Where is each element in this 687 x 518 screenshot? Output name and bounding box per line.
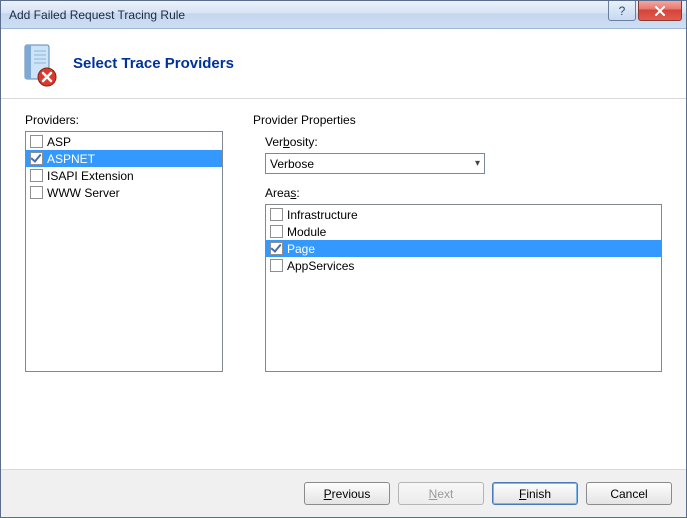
provider-label: ISAPI Extension	[47, 169, 134, 183]
area-label: Infrastructure	[287, 208, 358, 222]
close-button[interactable]	[638, 1, 682, 21]
provider-item[interactable]: ISAPI Extension	[26, 167, 222, 184]
provider-label: ASP	[47, 135, 71, 149]
previous-button[interactable]: Previous	[304, 482, 390, 505]
next-button: Next	[398, 482, 484, 505]
provider-label: WWW Server	[47, 186, 120, 200]
provider-checkbox[interactable]	[30, 152, 43, 165]
properties-column: Provider Properties Verbosity: Verbose ▾…	[253, 113, 662, 372]
help-button[interactable]: ?	[608, 1, 636, 21]
area-checkbox[interactable]	[270, 259, 283, 272]
area-label: AppServices	[287, 259, 354, 273]
wizard-body: Providers: ASP ASPNET ISAPI Extension WWW S…	[1, 99, 686, 372]
wizard-window: Add Failed Request Tracing Rule ?	[0, 0, 687, 518]
area-item[interactable]: Page	[266, 240, 661, 257]
providers-listbox[interactable]: ASP ASPNET ISAPI Extension WWW Server	[25, 131, 223, 372]
areas-label: Areas:	[265, 186, 662, 200]
provider-item[interactable]: ASP	[26, 133, 222, 150]
provider-item[interactable]: ASPNET	[26, 150, 222, 167]
verbosity-label: Verbosity:	[265, 135, 662, 149]
areas-listbox[interactable]: Infrastructure Module Page AppServices	[265, 204, 662, 372]
area-checkbox[interactable]	[270, 208, 283, 221]
verbosity-value: Verbose	[270, 157, 314, 171]
window-buttons: ?	[606, 1, 682, 21]
provider-checkbox[interactable]	[30, 169, 43, 182]
provider-item[interactable]: WWW Server	[26, 184, 222, 201]
page-title: Select Trace Providers	[73, 55, 234, 72]
area-item[interactable]: AppServices	[266, 257, 661, 274]
wizard-icon	[19, 43, 55, 85]
window-title: Add Failed Request Tracing Rule	[9, 8, 185, 22]
providers-label: Providers:	[25, 113, 223, 127]
area-checkbox[interactable]	[270, 242, 283, 255]
chevron-down-icon: ▾	[475, 158, 480, 169]
finish-button[interactable]: Finish	[492, 482, 578, 505]
area-item[interactable]: Module	[266, 223, 661, 240]
provider-properties-label: Provider Properties	[253, 113, 662, 127]
wizard-footer: Previous Next Finish Cancel	[1, 469, 686, 517]
area-label: Page	[287, 242, 315, 256]
verbosity-select[interactable]: Verbose ▾	[265, 153, 485, 174]
provider-checkbox[interactable]	[30, 135, 43, 148]
titlebar: Add Failed Request Tracing Rule ?	[1, 1, 686, 29]
cancel-button[interactable]: Cancel	[586, 482, 672, 505]
provider-label: ASPNET	[47, 152, 95, 166]
svg-text:?: ?	[619, 5, 626, 17]
area-label: Module	[287, 225, 326, 239]
wizard-header: Select Trace Providers	[1, 29, 686, 99]
area-item[interactable]: Infrastructure	[266, 206, 661, 223]
providers-column: Providers: ASP ASPNET ISAPI Extension WWW S…	[25, 113, 223, 372]
provider-checkbox[interactable]	[30, 186, 43, 199]
area-checkbox[interactable]	[270, 225, 283, 238]
